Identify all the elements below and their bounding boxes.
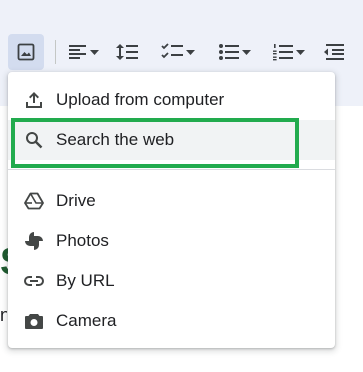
photos-icon — [24, 231, 44, 251]
menu-item-upload-from-computer[interactable]: Upload from computer — [8, 80, 335, 120]
menu-item-drive[interactable]: Drive — [8, 181, 335, 221]
bulleted-list-icon — [219, 44, 239, 60]
menu-item-search-the-web[interactable]: Search the web — [8, 120, 335, 160]
menu-item-label: Drive — [56, 191, 96, 210]
camera-icon — [24, 311, 44, 331]
search-icon — [24, 130, 44, 150]
menu-item-by-url[interactable]: By URL — [8, 261, 335, 301]
numbered-list-button[interactable] — [266, 34, 312, 70]
chevron-down-icon — [90, 49, 99, 55]
image-icon — [17, 43, 35, 61]
menu-item-label: Photos — [56, 231, 109, 250]
upload-icon — [24, 90, 44, 110]
menu-item-label: Camera — [56, 311, 117, 330]
menu-divider — [8, 169, 335, 170]
line-spacing-button[interactable] — [112, 34, 142, 70]
line-spacing-icon — [116, 44, 138, 60]
align-button[interactable] — [64, 34, 104, 70]
insert-image-menu: Upload from computer Search the web Driv… — [8, 72, 335, 348]
checklist-icon — [161, 43, 183, 59]
decrease-indent-button[interactable] — [318, 34, 350, 70]
document-text-fragment: n — [0, 305, 7, 325]
menu-item-camera[interactable]: Camera — [8, 301, 335, 341]
menu-item-label: Upload from computer — [56, 90, 225, 109]
toolbar-divider — [55, 40, 56, 64]
insert-image-button[interactable] — [8, 34, 44, 70]
drive-icon — [24, 191, 44, 211]
numbered-list-icon — [273, 44, 293, 61]
chevron-down-icon — [242, 49, 251, 55]
chevron-down-icon — [186, 49, 195, 55]
decrease-indent-icon — [324, 44, 344, 60]
menu-item-label: By URL — [56, 271, 115, 290]
menu-item-photos[interactable]: Photos — [8, 221, 335, 261]
align-left-icon — [69, 45, 86, 59]
link-icon — [24, 271, 44, 291]
bulleted-list-button[interactable] — [212, 34, 258, 70]
chevron-down-icon — [296, 49, 305, 55]
menu-item-label: Search the web — [56, 130, 175, 149]
checklist-button[interactable] — [154, 34, 202, 70]
